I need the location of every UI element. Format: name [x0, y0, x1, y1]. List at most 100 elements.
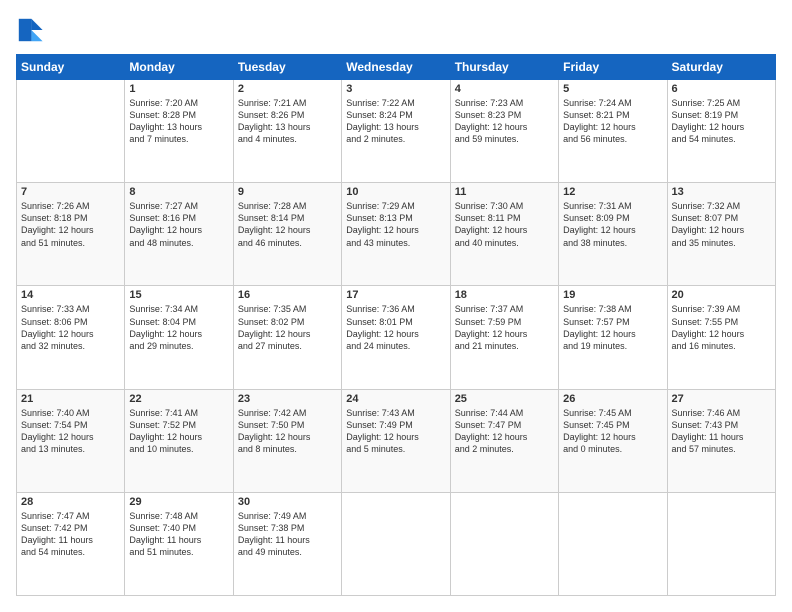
day-number: 8 — [129, 186, 228, 198]
calendar-cell: 3Sunrise: 7:22 AMSunset: 8:24 PMDaylight… — [342, 80, 450, 183]
calendar-cell: 23 Sunrise: 7:42 AMSunset: 7:50 PMDayligh… — [233, 389, 341, 492]
day-number: 19 — [563, 289, 662, 301]
calendar-cell: 1Sunrise: 7:20 AMSunset: 8:28 PMDaylight… — [125, 80, 233, 183]
day-number: 20 — [672, 289, 771, 301]
weekday-header-tuesday: Tuesday — [233, 55, 341, 80]
day-number: 23 — [238, 393, 337, 405]
day-number: 14 — [21, 289, 120, 301]
day-number: 22 — [129, 393, 228, 405]
day-info: Sunrise: 7:36 AMSunset: 8:01 PMDaylight:… — [346, 303, 445, 352]
day-info: Sunrise: 7:35 AMSunset: 8:02 PMDaylight:… — [238, 303, 337, 352]
calendar-cell: 20 Sunrise: 7:39 AMSunset: 7:55 PMDayligh… — [667, 286, 775, 389]
calendar-week-4: 21 Sunrise: 7:40 AMSunset: 7:54 PMDayligh… — [17, 389, 776, 492]
weekday-header-thursday: Thursday — [450, 55, 558, 80]
day-info: Sunrise: 7:34 AMSunset: 8:04 PMDaylight:… — [129, 303, 228, 352]
day-number: 16 — [238, 289, 337, 301]
day-info: Sunrise: 7:29 AMSunset: 8:13 PMDaylight:… — [346, 200, 445, 249]
calendar-cell: 17 Sunrise: 7:36 AMSunset: 8:01 PMDayligh… — [342, 286, 450, 389]
day-number: 11 — [455, 186, 554, 198]
day-number: 27 — [672, 393, 771, 405]
weekday-header-sunday: Sunday — [17, 55, 125, 80]
day-info: Sunrise: 7:43 AMSunset: 7:49 PMDaylight:… — [346, 407, 445, 456]
calendar-cell: 13 Sunrise: 7:32 AMSunset: 8:07 PMDayligh… — [667, 183, 775, 286]
day-number: 29 — [129, 496, 228, 508]
day-number: 13 — [672, 186, 771, 198]
day-info: Sunrise: 7:42 AMSunset: 7:50 PMDaylight:… — [238, 407, 337, 456]
calendar-cell: 15 Sunrise: 7:34 AMSunset: 8:04 PMDayligh… — [125, 286, 233, 389]
calendar-week-3: 14Sunrise: 7:33 AMSunset: 8:06 PMDayligh… — [17, 286, 776, 389]
calendar-cell — [17, 80, 125, 183]
calendar-cell: 12 Sunrise: 7:31 AMSunset: 8:09 PMDayligh… — [559, 183, 667, 286]
day-info: Sunrise: 7:21 AMSunset: 8:26 PMDaylight:… — [238, 97, 337, 146]
calendar-cell — [667, 492, 775, 595]
day-number: 28 — [21, 496, 120, 508]
day-number: 12 — [563, 186, 662, 198]
day-number: 21 — [21, 393, 120, 405]
day-info: Sunrise: 7:24 AMSunset: 8:21 PMDaylight:… — [563, 97, 662, 146]
weekday-header-monday: Monday — [125, 55, 233, 80]
calendar-cell: 28 Sunrise: 7:47 AMSunset: 7:42 PMDayligh… — [17, 492, 125, 595]
day-number: 25 — [455, 393, 554, 405]
calendar-cell: 8Sunrise: 7:27 AMSunset: 8:16 PMDaylight… — [125, 183, 233, 286]
calendar-cell: 22 Sunrise: 7:41 AMSunset: 7:52 PMDayligh… — [125, 389, 233, 492]
day-info: Sunrise: 7:49 AMSunset: 7:38 PMDaylight:… — [238, 510, 337, 559]
day-number: 2 — [238, 83, 337, 95]
weekday-header-row: SundayMondayTuesdayWednesdayThursdayFrid… — [17, 55, 776, 80]
calendar-cell — [450, 492, 558, 595]
calendar-cell: 29 Sunrise: 7:48 AMSunset: 7:40 PMDayligh… — [125, 492, 233, 595]
calendar-cell: 6 Sunrise: 7:25 AMSunset: 8:19 PMDaylight… — [667, 80, 775, 183]
day-info: Sunrise: 7:46 AMSunset: 7:43 PMDaylight:… — [672, 407, 771, 456]
day-number: 5 — [563, 83, 662, 95]
calendar-cell: 19 Sunrise: 7:38 AMSunset: 7:57 PMDayligh… — [559, 286, 667, 389]
day-info: Sunrise: 7:48 AMSunset: 7:40 PMDaylight:… — [129, 510, 228, 559]
calendar-cell: 30 Sunrise: 7:49 AMSunset: 7:38 PMDayligh… — [233, 492, 341, 595]
day-info: Sunrise: 7:38 AMSunset: 7:57 PMDaylight:… — [563, 303, 662, 352]
day-info: Sunrise: 7:30 AMSunset: 8:11 PMDaylight:… — [455, 200, 554, 249]
day-number: 7 — [21, 186, 120, 198]
day-number: 9 — [238, 186, 337, 198]
day-number: 6 — [672, 83, 771, 95]
day-number: 3 — [346, 83, 445, 95]
day-info: Sunrise: 7:40 AMSunset: 7:54 PMDaylight:… — [21, 407, 120, 456]
calendar-week-5: 28 Sunrise: 7:47 AMSunset: 7:42 PMDayligh… — [17, 492, 776, 595]
day-info: Sunrise: 7:31 AMSunset: 8:09 PMDaylight:… — [563, 200, 662, 249]
calendar-cell: 24 Sunrise: 7:43 AMSunset: 7:49 PMDayligh… — [342, 389, 450, 492]
day-number: 4 — [455, 83, 554, 95]
day-number: 26 — [563, 393, 662, 405]
calendar-cell: 21 Sunrise: 7:40 AMSunset: 7:54 PMDayligh… — [17, 389, 125, 492]
day-info: Sunrise: 7:28 AMSunset: 8:14 PMDaylight:… — [238, 200, 337, 249]
calendar-cell: 27 Sunrise: 7:46 AMSunset: 7:43 PMDayligh… — [667, 389, 775, 492]
calendar-cell: 7 Sunrise: 7:26 AMSunset: 8:18 PMDaylight… — [17, 183, 125, 286]
calendar-cell: 4 Sunrise: 7:23 AMSunset: 8:23 PMDaylight… — [450, 80, 558, 183]
day-number: 24 — [346, 393, 445, 405]
day-info: Sunrise: 7:37 AMSunset: 7:59 PMDaylight:… — [455, 303, 554, 352]
calendar-week-1: 1Sunrise: 7:20 AMSunset: 8:28 PMDaylight… — [17, 80, 776, 183]
calendar-week-2: 7 Sunrise: 7:26 AMSunset: 8:18 PMDaylight… — [17, 183, 776, 286]
day-info: Sunrise: 7:47 AMSunset: 7:42 PMDaylight:… — [21, 510, 120, 559]
day-info: Sunrise: 7:39 AMSunset: 7:55 PMDaylight:… — [672, 303, 771, 352]
page-header — [16, 16, 776, 44]
day-number: 30 — [238, 496, 337, 508]
day-info: Sunrise: 7:25 AMSunset: 8:19 PMDaylight:… — [672, 97, 771, 146]
calendar-cell: 11 Sunrise: 7:30 AMSunset: 8:11 PMDayligh… — [450, 183, 558, 286]
weekday-header-wednesday: Wednesday — [342, 55, 450, 80]
day-info: Sunrise: 7:41 AMSunset: 7:52 PMDaylight:… — [129, 407, 228, 456]
calendar-cell: 2 Sunrise: 7:21 AMSunset: 8:26 PMDaylight… — [233, 80, 341, 183]
day-number: 17 — [346, 289, 445, 301]
calendar-cell — [559, 492, 667, 595]
calendar-cell: 25Sunrise: 7:44 AMSunset: 7:47 PMDayligh… — [450, 389, 558, 492]
logo-icon — [16, 16, 44, 44]
day-info: Sunrise: 7:32 AMSunset: 8:07 PMDaylight:… — [672, 200, 771, 249]
logo — [16, 16, 46, 44]
calendar-cell: 26 Sunrise: 7:45 AMSunset: 7:45 PMDayligh… — [559, 389, 667, 492]
weekday-header-saturday: Saturday — [667, 55, 775, 80]
day-number: 15 — [129, 289, 228, 301]
day-info: Sunrise: 7:45 AMSunset: 7:45 PMDaylight:… — [563, 407, 662, 456]
weekday-header-friday: Friday — [559, 55, 667, 80]
calendar-cell: 18Sunrise: 7:37 AMSunset: 7:59 PMDayligh… — [450, 286, 558, 389]
calendar-cell — [342, 492, 450, 595]
day-info: Sunrise: 7:23 AMSunset: 8:23 PMDaylight:… — [455, 97, 554, 146]
calendar-cell: 10Sunrise: 7:29 AMSunset: 8:13 PMDayligh… — [342, 183, 450, 286]
day-info: Sunrise: 7:26 AMSunset: 8:18 PMDaylight:… — [21, 200, 120, 249]
calendar-cell: 14Sunrise: 7:33 AMSunset: 8:06 PMDayligh… — [17, 286, 125, 389]
